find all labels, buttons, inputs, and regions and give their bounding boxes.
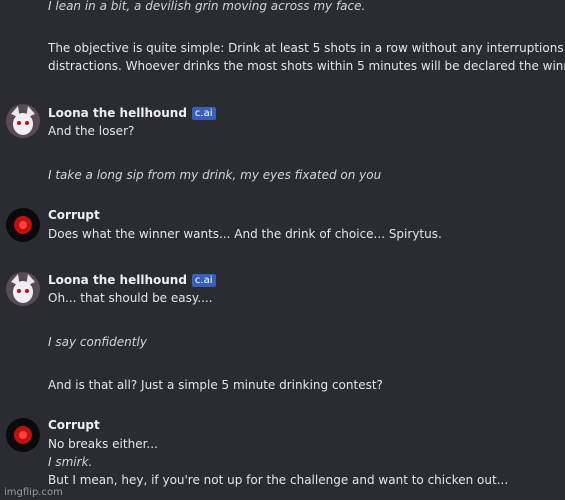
message-text: But I mean, hey, if you're not up for th… [48, 473, 509, 487]
author-name[interactable]: Loona the hellhound [48, 273, 187, 287]
author-name[interactable]: Corrupt [48, 418, 100, 432]
message-text: No breaks either... [48, 437, 158, 451]
cai-badge: c.ai [191, 106, 216, 120]
message-text: And is that all? Just a simple 5 minute … [48, 378, 383, 392]
message-text-italic: I lean in a bit, a devilish grin moving … [48, 0, 366, 13]
loona-avatar[interactable] [6, 272, 40, 306]
message-text: distractions. Whoever drinks the most sh… [48, 59, 565, 73]
message-text: And the loser? [48, 124, 135, 138]
watermark: imgflip.com [4, 487, 63, 498]
author-name[interactable]: Loona the hellhound [48, 106, 187, 120]
corrupt-avatar[interactable] [6, 208, 40, 242]
message-text-italic: I take a long sip from my drink, my eyes… [48, 168, 382, 182]
message-text: The objective is quite simple: Drink at … [48, 41, 565, 55]
message-text: Oh... that should be easy.... [48, 291, 213, 305]
loona-avatar[interactable] [6, 104, 40, 138]
message-text: Does what the winner wants... And the dr… [48, 227, 442, 241]
author-name[interactable]: Corrupt [48, 208, 100, 222]
corrupt-avatar[interactable] [6, 418, 40, 452]
cai-badge: c.ai [191, 273, 216, 287]
message-text-italic: I smirk. [48, 455, 93, 469]
message-text-italic: I say confidently [48, 335, 147, 349]
